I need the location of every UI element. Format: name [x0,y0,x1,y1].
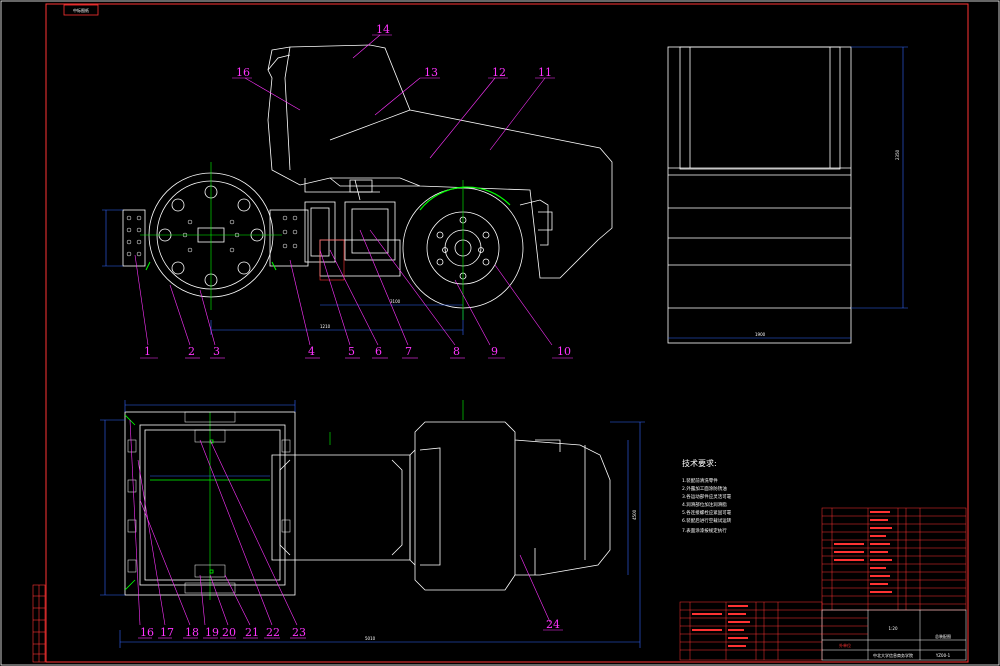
title-drawing-name: 总装配图 [935,633,951,639]
dim-side-width: 1900 [755,332,766,337]
front-view [267,44,613,279]
dim-top-overall: 4500 [632,509,637,520]
outer-frame [0,0,1000,666]
part-label: 17 [160,626,174,639]
part-label: 16 [236,66,250,79]
title-org: 外单位 [839,642,851,648]
dim-front-height: 3100 [390,299,401,304]
top-view-leader-underlines [138,629,563,639]
tech-item: 5.各连接螺栓应紧固可靠 [682,509,732,516]
dim-side-height: 2350 [895,149,900,160]
part-label: 12 [492,66,506,79]
title-drawing-no: YZ00-1 [935,653,951,658]
part-label: 14 [376,23,390,36]
part-label: 9 [491,345,498,358]
part-label: 6 [375,345,382,358]
tech-item: 7.表面涂漆按规定执行 [682,527,727,534]
part-label: 10 [557,345,571,358]
front-view-dimensions [102,209,464,335]
part-label: 21 [245,626,259,639]
part-label: 23 [292,626,306,639]
tech-item: 4.润滑部位加注润滑脂 [682,501,727,508]
tech-requirements: 技术要求: 1.装配前清洗零件 2.外露加工面涂防锈油 3.各运动部件应灵活可靠… [682,458,732,534]
part-label: 18 [185,626,199,639]
title-school: 中北大学信息商务学院 [873,652,913,658]
part-label: 1 [144,345,151,358]
part-label: 7 [405,345,412,358]
engineering-drawing: 中标图纸 1210 3100 1900 2350 5010 4500 1 2 3… [0,0,1000,666]
dim-top-width: 5010 [365,636,376,641]
tech-item: 2.外露加工面涂防锈油 [682,485,727,492]
side-view [667,46,852,344]
top-view-leaders [129,419,551,626]
part-label: 4 [308,345,315,358]
tech-item: 3.各运动部件应灵活可靠 [682,493,732,500]
part-label: 13 [424,66,438,79]
part-label: 8 [453,345,460,358]
part-label: 2 [188,345,195,358]
part-label: 3 [213,345,220,358]
leader-lines [134,34,553,346]
part-label: 20 [222,626,236,639]
centerlines [140,162,464,600]
tech-heading: 技术要求: [682,458,717,468]
part-label: 5 [348,345,355,358]
red-detail [319,239,345,281]
part-label: 16 [140,626,154,639]
part-label: 11 [538,66,552,79]
part-number-labels: 1 2 3 4 5 6 7 8 9 10 11 12 13 14 16 16 1… [140,23,571,639]
top-view-dimensions [100,400,645,648]
title-block-red [822,617,868,635]
binding-strip [32,584,46,663]
side-view-dimensions [668,46,908,339]
part-label: 22 [266,626,280,639]
top-view [124,411,611,596]
tech-item: 6.装配后进行空载试运转 [682,517,732,524]
part-label: 19 [205,626,219,639]
dim-front-width: 1210 [320,324,331,329]
part-label: 24 [546,618,560,631]
title-scale: 1:20 [889,626,898,631]
leader-underlines [140,34,573,359]
tech-item: 1.装配前清洗零件 [682,477,718,484]
stamp-text: 中标图纸 [73,7,89,13]
